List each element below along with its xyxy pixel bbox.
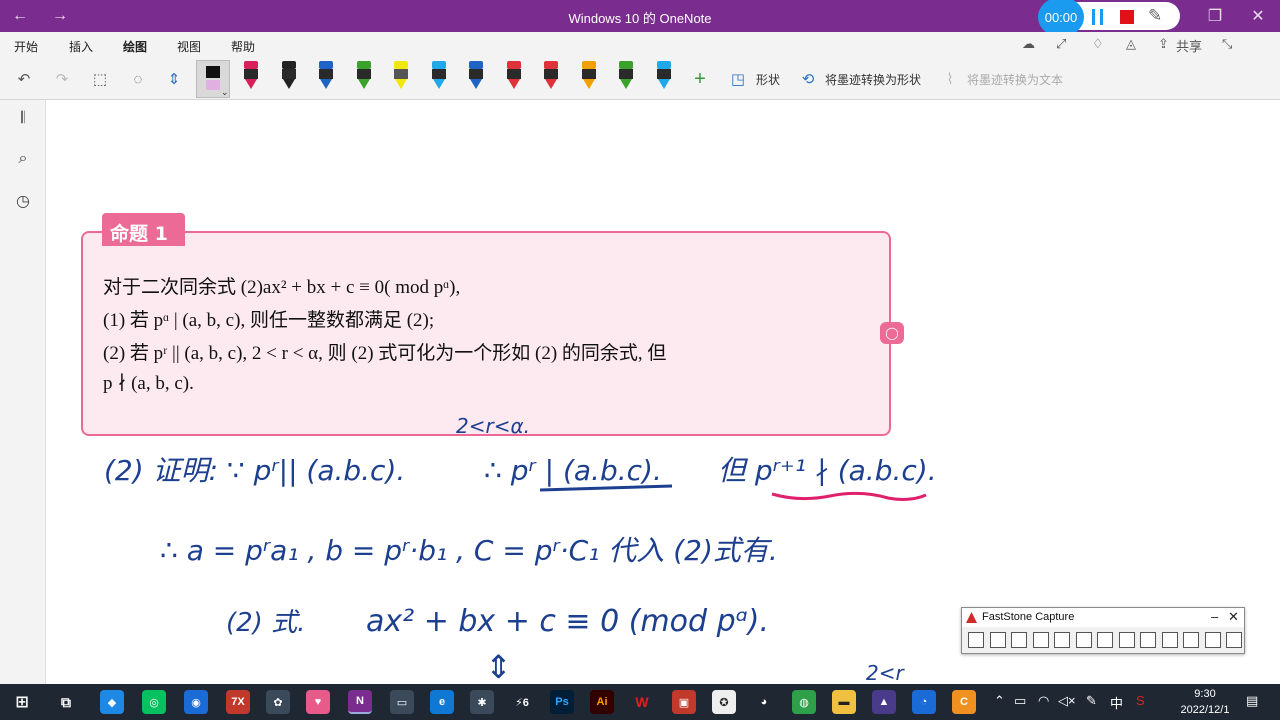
wechat-icon[interactable]: ◎	[142, 690, 166, 714]
capture-tool-icon-4[interactable]	[1032, 632, 1049, 648]
chrome-icon[interactable]: ◍	[792, 690, 816, 714]
wifi-icon[interactable]: ◠	[1038, 693, 1049, 709]
app-icon-1[interactable]: ◆	[100, 690, 124, 714]
capture-tool-icon-7[interactable]	[1097, 632, 1113, 648]
capture-tool-icon-12[interactable]	[1204, 632, 1221, 648]
paint-icon[interactable]: ✿	[266, 690, 290, 714]
tray-expand-icon[interactable]: ⌃	[994, 693, 1005, 709]
ink-annotation-range: 2<r<α.	[456, 414, 530, 438]
battery-icon: ▭	[1014, 693, 1027, 708]
faststone-taskbar-icon[interactable]: C	[952, 690, 976, 714]
taskbar: ⊞ ⧉ ◆ ◎ ◉ 7X ✿ ♥ N ▭ e ✱ ⚡6 Ps Ai W ▣ ✪ …	[0, 684, 1280, 720]
sogou-icon[interactable]: S	[1136, 693, 1145, 708]
clock-time: 9:30	[1194, 688, 1216, 700]
app-pink-icon[interactable]: ♥	[306, 690, 330, 714]
app-6-icon[interactable]: ⚡6	[510, 690, 534, 714]
capture-tool-icon-10[interactable]	[1161, 632, 1178, 648]
taskbar-clock[interactable]: 9:30 2022/12/1	[1170, 686, 1240, 718]
onenote-taskbar-icon[interactable]: N	[348, 690, 372, 714]
ink-proof-line-1b: ∴ pʳ | (a.b.c).	[484, 454, 662, 487]
ink-proof-line-3a: (2) 式.	[226, 608, 305, 638]
ink-corner-note: 2<r	[866, 661, 905, 684]
capture-tool-icon-13[interactable]	[1226, 632, 1242, 648]
minimize-icon[interactable]: –	[1211, 609, 1218, 624]
app-red-icon[interactable]: ▣	[672, 690, 696, 714]
capture-tool-icon-2[interactable]	[989, 632, 1006, 648]
volume-icon[interactable]: ◁×	[1058, 693, 1076, 709]
app-purple-icon[interactable]: ▲	[872, 690, 896, 714]
gear-app-icon[interactable]: ✱	[470, 690, 494, 714]
capture-tool-icon-8[interactable]	[1118, 632, 1135, 648]
faststone-capture-toolbar: FastStone Capture – ✕	[961, 607, 1245, 654]
illustrator-icon[interactable]: Ai	[590, 690, 614, 714]
folder-icon[interactable]: ▬	[832, 690, 856, 714]
onenote-app: ← → Windows 10 的 OneNote ❐ ✕ 00:00 ✎ 开始 …	[0, 0, 1280, 720]
capture-tool-icon-9[interactable]	[1140, 632, 1156, 648]
capture-tool-icon-5[interactable]	[1054, 632, 1070, 648]
faststone-close-icon[interactable]: ✕	[1228, 609, 1239, 625]
ink-proof-line-1c: 但 pʳ⁺¹ ∤ (a.b.c).	[718, 454, 937, 487]
capture-tool-icon-1[interactable]	[968, 632, 984, 648]
qq-icon[interactable]: ◕	[752, 690, 776, 714]
capture-tool-icon-11[interactable]	[1183, 632, 1199, 648]
task-view-icon[interactable]: ⧉	[54, 690, 78, 714]
browser-icon[interactable]: ◉	[184, 690, 208, 714]
windows-start-icon[interactable]: ⊞	[10, 690, 34, 714]
whiteboard-icon[interactable]: ▭	[390, 690, 414, 714]
pen-tray-icon[interactable]: ✎	[1086, 693, 1097, 709]
edge-icon[interactable]: e	[430, 690, 454, 714]
capture-tool-icon-6[interactable]	[1075, 632, 1092, 648]
clock-date: 2022/12/1	[1180, 704, 1230, 716]
ime-indicator[interactable]: 中	[1110, 693, 1123, 712]
ink-proof-line-2: ∴ a = pʳa₁ , b = pʳ·b₁ , C = pʳ·C₁ 代入 (2…	[160, 534, 778, 567]
faststone-title: FastStone Capture	[962, 608, 1244, 627]
ink-proof-line-1a: (2) 证明: ∵ pʳ|| (a.b.c).	[104, 454, 405, 487]
app-7x-icon[interactable]: 7X	[226, 690, 250, 714]
photoshop-icon[interactable]: Ps	[550, 690, 574, 714]
ink-layer: 2<r<α. (2) 证明: ∵ pʳ|| (a.b.c). ∴ pʳ | (a…	[104, 414, 937, 684]
app-white-icon[interactable]: ✪	[712, 690, 736, 714]
capture-tool-icon-3[interactable]	[1011, 632, 1027, 648]
wps-icon[interactable]: W	[630, 690, 654, 714]
browser-2-icon[interactable]: ◔	[912, 690, 936, 714]
ink-proof-line-3b: ax² + bx + c ≡ 0 (mod pᵅ).	[366, 604, 769, 639]
notification-icon[interactable]: ▤	[1246, 693, 1258, 709]
ink-underline-pink	[771, 491, 927, 501]
ink-equivalence-arrow: ⇕	[485, 648, 512, 684]
